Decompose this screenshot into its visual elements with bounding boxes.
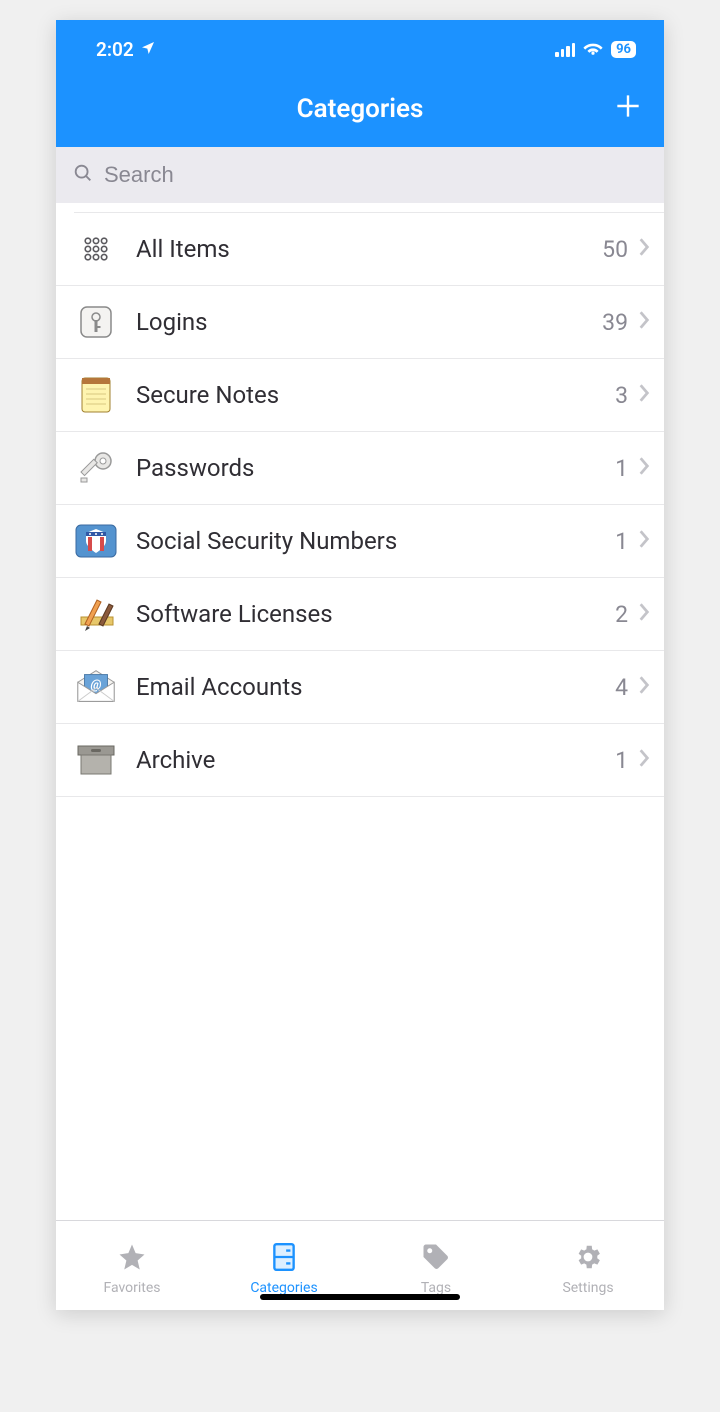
list-top-divider [74,203,664,213]
location-icon [140,38,156,61]
page-title: Categories [297,94,424,124]
gear-icon [573,1242,603,1276]
logins-icon [74,300,118,344]
all-items-icon [74,227,118,271]
chevron-right-icon [638,675,650,699]
category-label: All Items [136,235,602,263]
chevron-right-icon [638,529,650,553]
search-bar[interactable] [56,147,664,203]
app-screen: 2:02 96 Categories [56,20,664,1310]
category-row-logins[interactable]: Logins 39 [56,286,664,359]
category-label: Logins [136,308,602,336]
nav-bar: Categories [56,71,664,147]
category-count: 3 [615,382,628,409]
passwords-icon [74,446,118,490]
category-list: All Items 50 Logins 39 [56,203,664,1220]
tab-favorites[interactable]: Favorites [56,1221,208,1310]
home-indicator[interactable] [260,1294,460,1300]
category-label: Archive [136,746,615,774]
cellular-signal-icon [555,43,575,57]
archive-icon [74,738,118,782]
battery-level: 96 [611,41,636,58]
status-left: 2:02 [96,38,156,61]
category-row-archive[interactable]: Archive 1 [56,724,664,797]
category-count: 4 [615,674,628,701]
status-time: 2:02 [96,38,134,61]
tab-label: Favorites [103,1280,160,1296]
software-licenses-icon [74,592,118,636]
category-label: Passwords [136,454,615,482]
category-count: 39 [602,309,628,336]
tab-label: Settings [562,1280,613,1296]
category-row-software-licenses[interactable]: Software Licenses 2 [56,578,664,651]
category-row-all-items[interactable]: All Items 50 [56,213,664,286]
tab-settings[interactable]: Settings [512,1221,664,1310]
category-row-secure-notes[interactable]: Secure Notes 3 [56,359,664,432]
categories-icon [271,1242,297,1276]
tag-icon [421,1242,451,1276]
category-count: 1 [615,455,628,482]
chevron-right-icon [638,237,650,261]
wifi-icon [583,38,603,61]
category-row-ssn[interactable]: Social Security Numbers 1 [56,505,664,578]
category-count: 1 [615,747,628,774]
category-row-email-accounts[interactable]: @ Email Accounts 4 [56,651,664,724]
category-label: Social Security Numbers [136,527,615,555]
category-label: Secure Notes [136,381,615,409]
search-icon [72,162,94,188]
category-label: Software Licenses [136,600,615,628]
status-right: 96 [555,38,636,61]
star-icon [117,1242,147,1276]
chevron-right-icon [638,456,650,480]
add-button[interactable] [612,90,644,128]
search-input[interactable] [104,162,648,188]
category-count: 50 [602,236,628,263]
secure-notes-icon [74,373,118,417]
ssn-icon [74,519,118,563]
chevron-right-icon [638,602,650,626]
email-accounts-icon: @ [74,665,118,709]
category-row-passwords[interactable]: Passwords 1 [56,432,664,505]
status-bar: 2:02 96 [56,20,664,71]
category-count: 2 [615,601,628,628]
category-count: 1 [615,528,628,555]
chevron-right-icon [638,383,650,407]
category-label: Email Accounts [136,673,615,701]
chevron-right-icon [638,748,650,772]
chevron-right-icon [638,310,650,334]
